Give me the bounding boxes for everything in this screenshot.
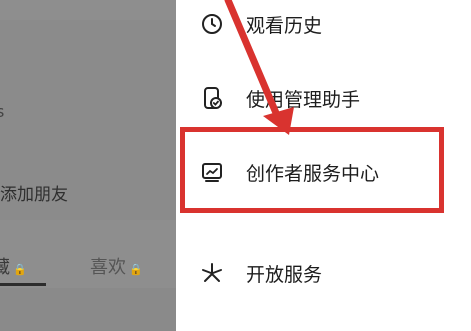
backdrop-partial-text: s (0, 102, 5, 121)
menu-item-label: 观看历史 (246, 15, 323, 37)
menu-item-label: 开放服务 (246, 264, 323, 286)
clock-icon (200, 12, 224, 36)
menu-item-usage-assistant[interactable]: 使用管理助手 (176, 76, 471, 120)
side-drawer-menu: 观看历史 使用管理助手 创作者服务中心 开放服务 (176, 0, 471, 331)
menu-item-watch-history[interactable]: 观看历史 (176, 2, 471, 46)
add-friend-button[interactable]: 添加朋友 (0, 180, 68, 205)
backdrop-lower (0, 288, 176, 331)
asterisk-icon (200, 261, 224, 285)
phone-check-icon (200, 86, 224, 110)
tab-likes[interactable]: 喜欢 🔒 (90, 253, 143, 279)
chart-icon (200, 160, 224, 184)
tab-favorites[interactable]: 藏 🔒 (0, 253, 27, 279)
menu-item-open-services[interactable]: 开放服务 (176, 251, 471, 295)
active-tab-underline (0, 283, 46, 286)
lock-icon: 🔒 (13, 263, 27, 276)
menu-item-label: 创作者服务中心 (246, 163, 380, 185)
menu-item-label: 使用管理助手 (246, 89, 361, 111)
tab-favorites-label: 藏 (0, 257, 10, 278)
menu-item-creator-service-center[interactable]: 创作者服务中心 (176, 150, 471, 194)
tab-likes-label: 喜欢 (90, 257, 126, 278)
profile-backdrop: s 添加朋友 藏 🔒 喜欢 🔒 (0, 0, 176, 331)
lock-icon: 🔒 (129, 263, 143, 276)
